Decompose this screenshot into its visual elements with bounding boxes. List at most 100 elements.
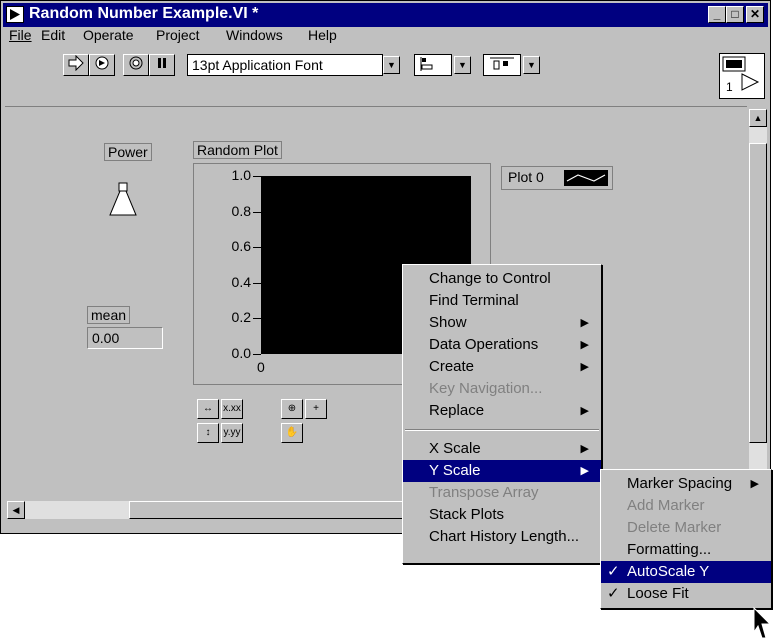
distribute-select[interactable]	[483, 54, 521, 76]
vi-icon[interactable]: 1	[719, 53, 765, 99]
close-button[interactable]: ✕	[746, 6, 764, 23]
title-bar[interactable]: Random Number Example.VI * _ □ ✕	[3, 3, 768, 27]
align-select[interactable]	[414, 54, 452, 76]
align-dropdown-arrow[interactable]: ▼	[454, 56, 471, 74]
menu-project[interactable]: Project	[156, 27, 200, 43]
menu-windows[interactable]: Windows	[226, 27, 283, 43]
y-scale-submenu: Marker Spacing ▶ Add Marker Delete Marker Fo…	[600, 469, 772, 609]
y-tick-label: 0.4	[231, 273, 251, 290]
menu-item-label: Transpose Array	[429, 484, 539, 501]
y-tick-label: 0.2	[231, 309, 251, 326]
chart-label: Random Plot	[193, 141, 282, 159]
y-tick-label: 0.0	[231, 345, 251, 361]
menu-item-autoscale-y[interactable]: ✓ AutoScale Y	[601, 561, 771, 583]
menu-item-chart-history-length[interactable]: Chart History Length...	[403, 526, 601, 548]
menu-item-data-operations[interactable]: Data Operations ▶	[403, 334, 601, 356]
cursor-button[interactable]: +	[305, 399, 327, 419]
menu-item-label: Stack Plots	[429, 506, 505, 523]
hand-icon: ✋	[285, 427, 299, 438]
plot-legend[interactable]: Plot 0	[501, 166, 613, 190]
y-axis[interactable]: 1.0 0.8 0.6 0.4 0.2 0.0	[213, 167, 263, 366]
run-button[interactable]	[63, 54, 89, 76]
abort-button[interactable]	[123, 54, 149, 76]
menu-item-find-terminal[interactable]: Find Terminal	[403, 290, 601, 312]
menu-operate[interactable]: Operate	[83, 27, 134, 43]
checkmark-icon: ✓	[607, 585, 620, 602]
pause-icon	[158, 58, 166, 68]
push-button-icon	[109, 182, 137, 216]
menu-item-stack-plots[interactable]: Stack Plots	[403, 504, 601, 526]
run-continuously-button[interactable]	[89, 54, 115, 76]
x-autoscale-button[interactable]: ↔	[197, 399, 219, 419]
hscroll-thumb[interactable]	[129, 501, 409, 519]
submenu-arrow-icon: ▶	[750, 478, 759, 490]
distribute-dropdown-arrow[interactable]: ▼	[523, 56, 540, 74]
menu-item-label: Replace	[429, 402, 485, 419]
menu-item-label: X Scale	[429, 440, 481, 457]
menu-edit[interactable]: Edit	[41, 27, 65, 43]
submenu-arrow-icon: ▶	[580, 465, 589, 477]
checkmark-icon: ✓	[607, 563, 620, 580]
menu-help[interactable]: Help	[308, 27, 337, 43]
x-format-icon: x.xx	[223, 403, 241, 414]
y-tick-label: 1.0	[231, 167, 251, 183]
power-switch[interactable]	[105, 181, 141, 221]
menu-item-x-scale[interactable]: X Scale ▶	[403, 438, 601, 460]
menu-item-replace[interactable]: Replace ▶	[403, 400, 601, 422]
menu-item-label: Marker Spacing	[627, 475, 733, 492]
menu-item-show[interactable]: Show ▶	[403, 312, 601, 334]
menu-item-y-scale[interactable]: Y Scale ▶	[403, 460, 601, 482]
menu-item-label: Key Navigation...	[429, 380, 543, 397]
menu-item-label: AutoScale Y	[627, 563, 710, 580]
y-tick-mark	[253, 282, 261, 284]
scroll-left-button[interactable]: ◀	[7, 501, 25, 519]
distribute-objects-icon	[490, 57, 514, 70]
y-tick-mark	[253, 247, 261, 249]
scroll-thumb[interactable]	[749, 143, 767, 443]
y-tick-label: 0.8	[231, 202, 251, 219]
legend-plot-name: Plot 0	[508, 169, 544, 185]
y-tick-label: 0.6	[231, 238, 251, 255]
menu-item-create[interactable]: Create ▶	[403, 356, 601, 378]
graph-palette: ↔ x.xx ⊕ + ↕ y.yy ✋	[195, 397, 343, 449]
menu-item-label: Change to Control	[429, 270, 551, 287]
legend-line-icon	[564, 170, 608, 186]
power-label: Power	[104, 143, 152, 161]
submenu-arrow-icon: ▶	[580, 405, 589, 417]
menu-item-marker-spacing[interactable]: Marker Spacing ▶	[601, 473, 771, 495]
scroll-up-button[interactable]: ▲	[749, 109, 767, 127]
pan-button[interactable]: ✋	[281, 423, 303, 443]
menu-item-add-marker: Add Marker	[601, 495, 771, 517]
zoom-button[interactable]: ⊕	[281, 399, 303, 419]
run-arrow-icon	[68, 54, 84, 72]
menu-item-label: Chart History Length...	[429, 528, 580, 545]
crosshair-icon: +	[313, 403, 319, 414]
font-dropdown-arrow[interactable]: ▼	[383, 56, 400, 74]
minimize-button[interactable]: _	[708, 6, 726, 23]
x-format-button[interactable]: x.xx	[221, 399, 243, 419]
menu-item-label: Y Scale	[429, 462, 481, 479]
menu-item-formatting[interactable]: Formatting...	[601, 539, 771, 561]
submenu-arrow-icon: ▶	[580, 339, 589, 351]
mouse-pointer-icon	[752, 606, 772, 640]
chart-context-menu: Change to Control Find Terminal Show ▶ Data …	[402, 264, 602, 564]
menu-item-label: Create	[429, 358, 475, 375]
x-tick-label: 0	[257, 359, 265, 375]
menu-item-delete-marker: Delete Marker	[601, 517, 771, 539]
maximize-button[interactable]: □	[726, 6, 744, 23]
menu-item-label: Find Terminal	[429, 292, 519, 309]
menu-item-loose-fit[interactable]: ✓ Loose Fit	[601, 583, 771, 605]
menu-item-label: Data Operations	[429, 336, 539, 353]
vertical-scrollbar[interactable]: ▲	[749, 109, 767, 501]
y-autoscale-button[interactable]: ↕	[197, 423, 219, 443]
y-tick-mark	[253, 176, 261, 177]
menu-item-label: Add Marker	[627, 497, 705, 514]
menu-item-change-to-control[interactable]: Change to Control	[403, 268, 601, 290]
y-format-button[interactable]: y.yy	[221, 423, 243, 443]
pause-button[interactable]	[149, 54, 175, 76]
y-tick-mark	[253, 318, 261, 320]
font-select[interactable]: 13pt Application Font	[187, 54, 383, 76]
menu-file[interactable]: File	[9, 27, 32, 43]
mean-label: mean	[87, 306, 131, 324]
vi-window: Random Number Example.VI * _ □ ✕ File Ed…	[0, 0, 771, 534]
